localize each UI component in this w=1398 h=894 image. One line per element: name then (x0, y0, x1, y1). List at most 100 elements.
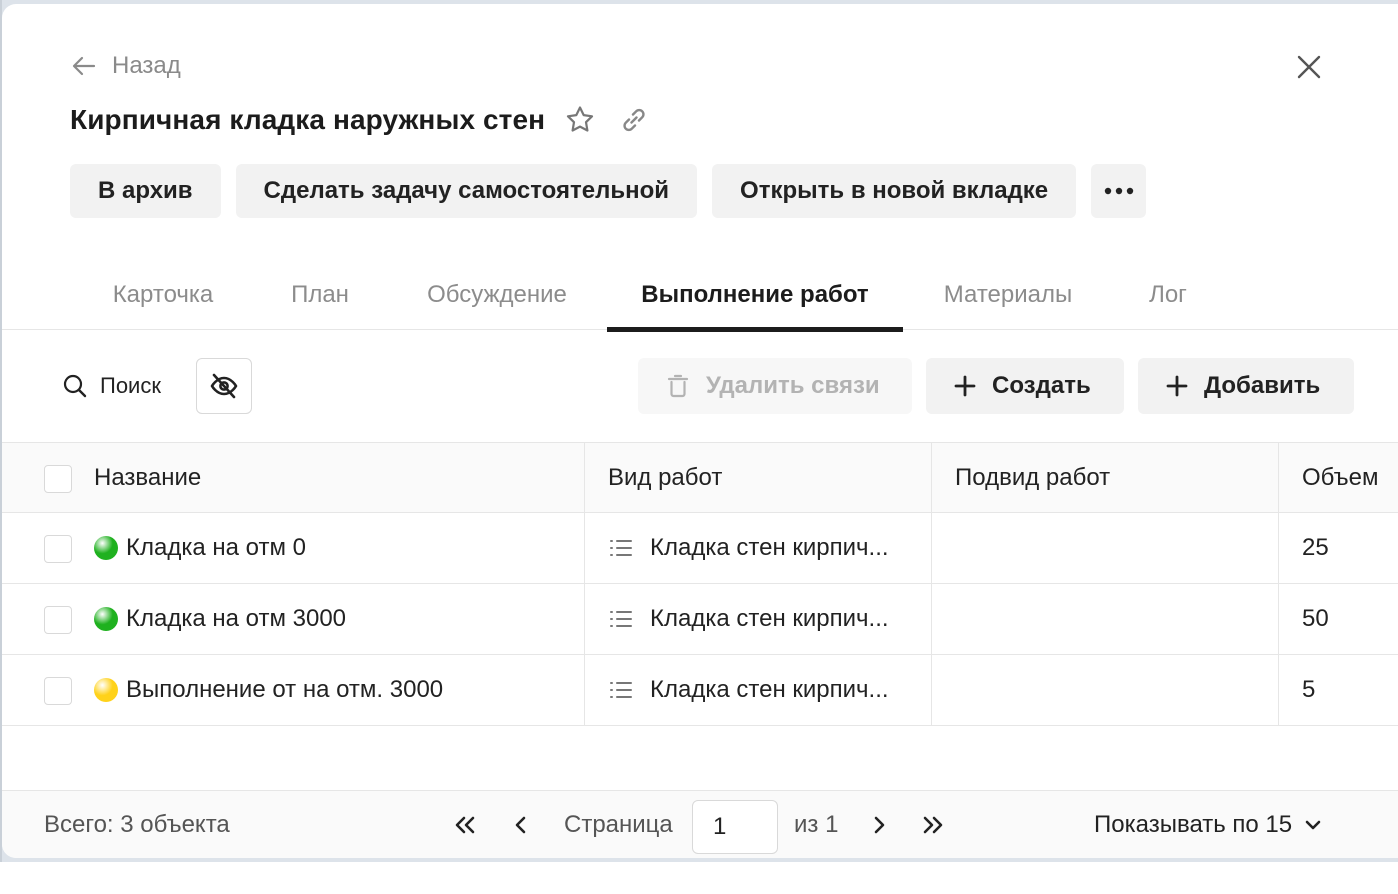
back-label: Назад (112, 52, 181, 79)
tab-log[interactable]: Лог (1126, 260, 1210, 330)
create-label: Создать (992, 372, 1091, 399)
page-of-label: из 1 (794, 811, 839, 838)
table-row[interactable]: Кладка на отм 0 Кладка стен кирпич... 25 (2, 513, 1398, 584)
copy-link-button[interactable] (617, 103, 651, 137)
table-header-row: Название Вид работ Подвид работ Объем (2, 442, 1398, 513)
pagination-footer: Всего: 3 объекта Страница 1 из 1 Показыв… (2, 790, 1398, 858)
make-independent-button[interactable]: Сделать задачу самостоятельной (235, 164, 698, 218)
work-type-value: Кладка стен кирпич... (650, 534, 889, 561)
add-button[interactable]: Добавить (1138, 358, 1354, 414)
first-page-button[interactable] (448, 808, 482, 842)
search-label: Поиск (100, 373, 161, 398)
page-label: Страница (564, 811, 673, 838)
volume-cell[interactable]: 50 (1302, 584, 1329, 654)
row-name: Кладка на отм 3000 (126, 605, 347, 632)
plus-icon (1166, 375, 1188, 397)
column-header-name[interactable]: Название (94, 443, 201, 512)
row-checkbox[interactable] (44, 535, 72, 563)
status-dot-icon (94, 607, 118, 631)
table-toolbar: Поиск Удалить связи Создать Добавить (2, 356, 1398, 416)
row-checkbox[interactable] (44, 606, 72, 634)
page-size-select[interactable]: Показывать по 15 (1094, 791, 1322, 858)
work-type-cell[interactable]: Кладка стен кирпич... (608, 513, 889, 583)
column-divider (931, 584, 932, 654)
column-divider (1278, 513, 1279, 583)
work-type-value: Кладка стен кирпич... (650, 605, 889, 632)
list-icon (610, 540, 632, 556)
tab-materials[interactable]: Материалы (920, 260, 1096, 330)
column-divider (584, 443, 585, 512)
tab-bar: Карточка План Обсуждение Выполнение рабо… (2, 260, 1398, 332)
column-divider (1278, 443, 1279, 512)
name-cell[interactable]: Кладка на отм 3000 (94, 584, 346, 654)
chevron-left-icon (515, 816, 526, 834)
tab-work-execution[interactable]: Выполнение работ (607, 260, 903, 332)
column-divider (931, 513, 932, 583)
works-table: Название Вид работ Подвид работ Объем Кл… (2, 442, 1398, 726)
trash-icon (667, 374, 689, 398)
search-button[interactable]: Поиск (62, 368, 161, 404)
work-type-cell[interactable]: Кладка стен кирпич... (608, 655, 889, 725)
tab-discussion[interactable]: Обсуждение (400, 260, 594, 330)
work-type-cell[interactable]: Кладка стен кирпич... (608, 584, 889, 654)
close-icon (1297, 55, 1321, 79)
column-divider (1278, 655, 1279, 725)
more-button[interactable] (1091, 164, 1147, 218)
chevron-right-icon (874, 816, 885, 834)
archive-button[interactable]: В архив (70, 164, 221, 218)
page-background (0, 862, 1398, 894)
row-name: Кладка на отм 0 (126, 534, 306, 561)
delete-links-button[interactable]: Удалить связи (638, 358, 912, 414)
search-icon (63, 374, 87, 398)
back-link[interactable]: Назад (70, 48, 181, 84)
tab-card[interactable]: Карточка (86, 260, 240, 330)
eye-off-icon (210, 373, 238, 399)
prev-page-button[interactable] (504, 808, 538, 842)
open-new-tab-button[interactable]: Открыть в новой вкладке (712, 164, 1077, 218)
name-cell[interactable]: Выполнение от на отм. 3000 (94, 655, 443, 725)
plus-icon (954, 375, 976, 397)
page-size-label: Показывать по 15 (1094, 811, 1293, 838)
column-divider (931, 655, 932, 725)
work-type-value: Кладка стен кирпич... (650, 676, 889, 703)
column-header-subtype[interactable]: Подвид работ (955, 443, 1110, 512)
add-label: Добавить (1204, 372, 1321, 399)
status-dot-icon (94, 678, 118, 702)
chevrons-left-icon (455, 816, 475, 834)
page-number-input[interactable]: 1 (692, 800, 778, 854)
link-icon (623, 108, 645, 132)
toggle-hidden-button[interactable] (196, 358, 252, 414)
task-modal: Назад Кирпичная кладка наружных стен В а… (2, 4, 1398, 858)
total-count: Всего: 3 объекта (44, 811, 230, 838)
close-button[interactable] (1292, 50, 1326, 84)
page-title: Кирпичная кладка наружных стен (70, 104, 546, 135)
favorite-button[interactable] (563, 103, 597, 137)
column-divider (931, 443, 932, 512)
column-divider (1278, 584, 1279, 654)
table-row[interactable]: Выполнение от на отм. 3000 Кладка стен к… (2, 655, 1398, 726)
column-divider (584, 584, 585, 654)
tab-plan[interactable]: План (268, 260, 372, 330)
volume-cell[interactable]: 25 (1302, 513, 1329, 583)
status-dot-icon (94, 536, 118, 560)
volume-cell[interactable]: 5 (1302, 655, 1315, 725)
last-page-button[interactable] (916, 808, 950, 842)
arrow-left-icon (72, 56, 96, 76)
name-cell[interactable]: Кладка на отм 0 (94, 513, 306, 583)
list-icon (610, 682, 632, 698)
action-bar: В архив Сделать задачу самостоятельной О… (70, 164, 1147, 222)
chevron-down-icon (1305, 820, 1321, 830)
delete-links-label: Удалить связи (706, 372, 880, 399)
table-row[interactable]: Кладка на отм 3000 Кладка стен кирпич...… (2, 584, 1398, 655)
column-header-volume[interactable]: Объем (1302, 443, 1378, 512)
list-icon (610, 611, 632, 627)
row-checkbox[interactable] (44, 677, 72, 705)
next-page-button[interactable] (862, 808, 896, 842)
create-button[interactable]: Создать (926, 358, 1124, 414)
more-icon (1104, 187, 1133, 195)
column-header-work-type[interactable]: Вид работ (608, 443, 722, 512)
select-all-checkbox[interactable] (44, 465, 72, 493)
title-row: Кирпичная кладка наружных стен (70, 98, 651, 142)
star-icon (567, 106, 594, 132)
chevrons-right-icon (923, 816, 943, 834)
